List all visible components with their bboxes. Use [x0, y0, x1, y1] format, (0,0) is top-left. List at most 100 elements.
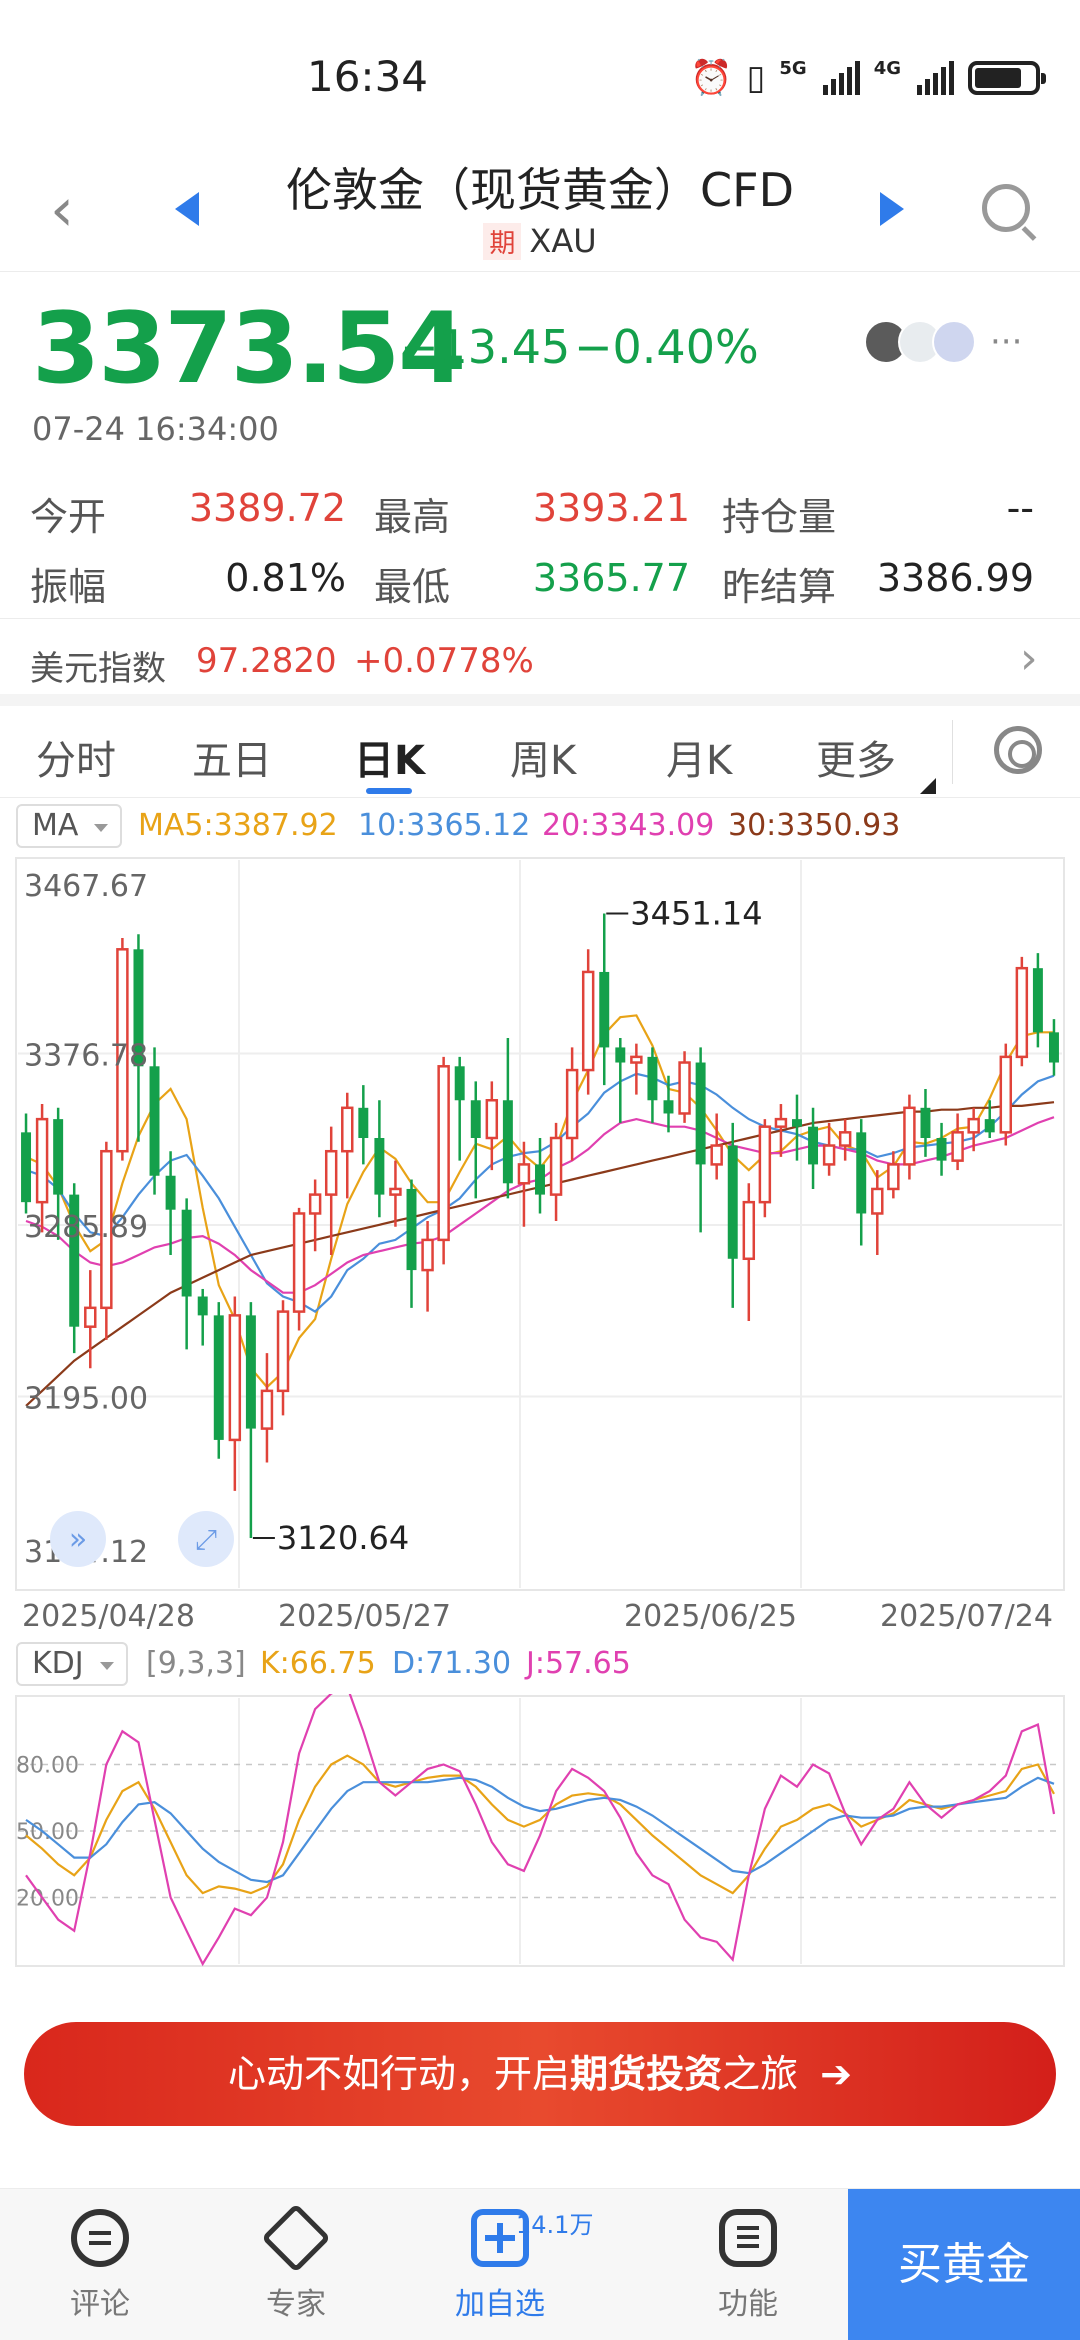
candle-body — [936, 1138, 947, 1161]
open-label: 今开 — [30, 495, 107, 539]
candle-body — [245, 1315, 256, 1429]
candle-body — [774, 1117, 788, 1128]
battery-icon — [968, 61, 1046, 95]
candle-body — [324, 1149, 338, 1196]
candle-body — [808, 1126, 819, 1165]
watchlist-count-badge: 14.1万 — [516, 2211, 594, 2239]
kdj-j-value: J:57.65 — [526, 1646, 631, 1681]
dollar-index-row[interactable]: 美元指数 97.2820 +0.0778% › — [0, 618, 1080, 706]
open-interest-label: 持仓量 — [722, 495, 837, 539]
candle-body — [742, 1200, 756, 1261]
kdj-legend: KDJ [9,3,3] K:66.75 D:71.30 J:57.65 — [0, 1638, 1080, 1690]
ma-legend: MA MA5:3387.92 10:3365.12 20:3343.09 30:… — [0, 800, 1080, 852]
kdj-params: [9,3,3] — [146, 1646, 246, 1681]
promo-banner[interactable]: 心动不如行动，开启期货投资之旅 ➔ — [24, 2022, 1056, 2126]
candle-body — [308, 1193, 322, 1215]
settings-icon[interactable] — [994, 726, 1042, 774]
candle-body — [630, 1055, 643, 1064]
buy-gold-button[interactable]: 买黄金 — [848, 2189, 1080, 2340]
nav-functions[interactable]: 功能 — [688, 2189, 808, 2340]
candle-body — [887, 1163, 900, 1191]
candle-body — [999, 1055, 1013, 1134]
tab-intraday[interactable]: 分时 — [36, 728, 116, 786]
signal-icon — [822, 61, 860, 95]
candle-body — [406, 1188, 417, 1271]
nav-experts[interactable]: 专家 — [236, 2189, 356, 2340]
candlestick-chart[interactable]: 3467.673376.783285.893195.003104.122025/… — [0, 852, 1080, 1632]
network-4g-label: 4G — [873, 58, 901, 79]
candle-body — [599, 971, 610, 1048]
candle-body — [502, 1100, 513, 1184]
max-price-label: 3451.14 — [630, 894, 762, 932]
bottom-nav: 评论 专家 加自选 14.1万 功能 买黄金 — [0, 2188, 1080, 2340]
kdj-chart[interactable]: 80.00 50.00 20.00 — [0, 1694, 1080, 1974]
ma-select[interactable]: MA — [16, 804, 122, 848]
header: ‹ 伦敦金（现货黄金）CFD 期 XAU — [0, 140, 1080, 272]
candle-body — [535, 1164, 545, 1195]
page-title: 伦敦金（现货黄金）CFD — [286, 163, 794, 217]
kdj-level-label: 20.00 — [16, 1887, 79, 1912]
candle-body — [615, 1047, 626, 1063]
tab-more[interactable]: 更多 — [816, 728, 896, 786]
y-tick-label: 3195.00 — [24, 1382, 148, 1417]
search-icon[interactable] — [982, 184, 1030, 232]
candle-body — [647, 1056, 658, 1101]
candle-body — [421, 1238, 434, 1272]
banner-text-post: 之旅 — [722, 2052, 799, 2096]
signal-icon — [917, 61, 954, 95]
kdj-k-value: K:66.75 — [260, 1646, 376, 1681]
open-interest-value: -- — [1006, 486, 1034, 530]
candle-body — [165, 1175, 176, 1210]
low-label: 最低 — [374, 565, 451, 609]
avatar-group[interactable] — [864, 320, 976, 364]
candle-body — [951, 1131, 964, 1162]
x-tick-label: 2025/07/24 — [880, 1599, 1053, 1632]
ma30-value: 30:3350.93 — [728, 808, 901, 843]
tab-daily-k[interactable]: 日K — [354, 728, 425, 786]
kdj-select[interactable]: KDJ — [16, 1642, 128, 1686]
candle-body — [517, 1163, 531, 1185]
amplitude-label: 振幅 — [30, 565, 107, 609]
menu-icon — [719, 2209, 777, 2267]
futures-tag: 期 — [483, 223, 522, 260]
candle-body — [53, 1119, 64, 1195]
candle-body — [181, 1209, 192, 1297]
expand-icon: ⤢ — [195, 1523, 217, 1556]
status-icons: ⏰ ▯ 5G 4G — [690, 58, 1046, 98]
banner-text-bold: 期货投资 — [570, 2052, 723, 2096]
candle-body — [485, 1099, 499, 1140]
candle-body — [374, 1138, 385, 1195]
next-instrument-icon[interactable] — [880, 192, 904, 226]
tab-five-day[interactable]: 五日 — [192, 728, 272, 786]
candle-body — [341, 1106, 354, 1153]
candle-body — [1015, 966, 1029, 1059]
candle-body — [695, 1062, 706, 1165]
tab-weekly-k[interactable]: 周K — [510, 728, 576, 786]
candle-body — [710, 1144, 723, 1166]
candle-body — [292, 1212, 306, 1313]
nav-comments[interactable]: 评论 — [40, 2189, 160, 2340]
candle-body — [260, 1389, 274, 1430]
candle-body — [758, 1125, 772, 1204]
avatar — [932, 320, 976, 364]
more-icon[interactable]: ··· — [990, 322, 1022, 362]
candle-body — [920, 1107, 931, 1139]
candle-body — [197, 1296, 208, 1316]
status-bar: 16:34 ⏰ ▯ 5G 4G — [0, 0, 1080, 140]
x-tick-label: 2025/04/28 — [22, 1599, 195, 1632]
chevron-right-icon: › — [1020, 633, 1038, 684]
tab-monthly-k[interactable]: 月K — [666, 728, 732, 786]
chat-icon — [71, 2209, 129, 2267]
nav-label: 专家 — [266, 2287, 326, 2322]
symbol-code: XAU — [529, 222, 597, 260]
chart-tabs: 分时 五日 日K 周K 月K 更多 — [0, 706, 1080, 798]
price-change: −13.45 — [400, 320, 571, 374]
candle-body — [792, 1119, 802, 1127]
candle-body — [276, 1310, 290, 1393]
prev-settle-value: 3386.99 — [876, 556, 1034, 600]
high-label: 最高 — [374, 495, 451, 539]
candle-body — [84, 1306, 97, 1328]
nav-label: 功能 — [718, 2287, 778, 2322]
candle-body — [149, 1066, 160, 1176]
open-value: 3389.72 — [188, 486, 346, 530]
